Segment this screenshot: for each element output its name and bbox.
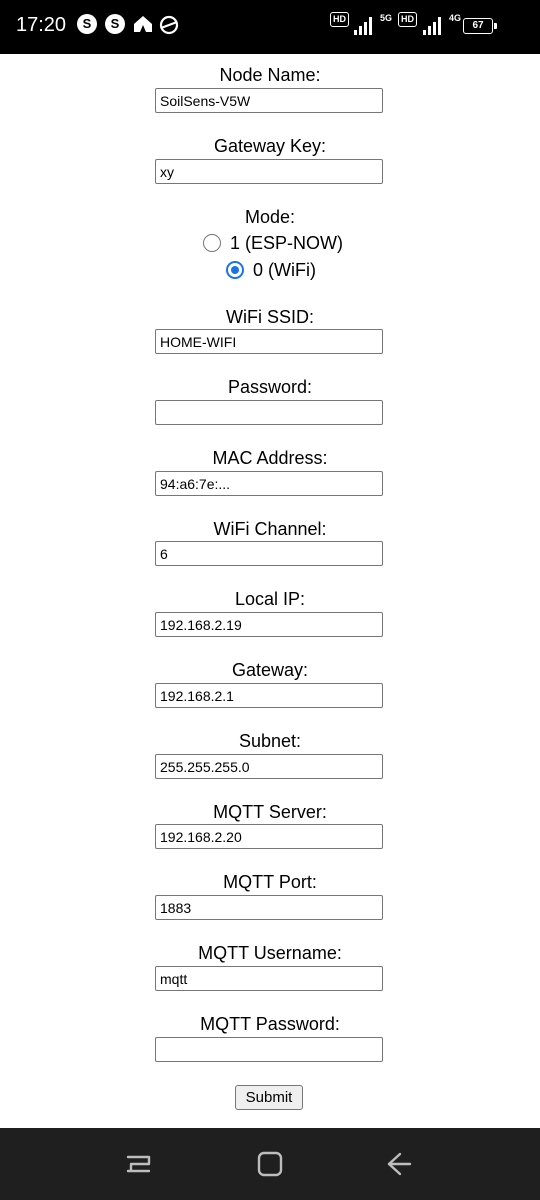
recent-apps-icon[interactable] [125,1151,153,1182]
submit-button[interactable]: Submit [235,1085,303,1110]
local-ip-label: Local IP: [234,589,306,609]
gateway-key-input[interactable] [155,159,383,184]
mode-radio-wifi[interactable] [226,261,244,279]
signal-icon [423,15,445,35]
network-4g: 4G [449,13,462,23]
network-5g: 5G [380,13,393,23]
hd-badge: HD [398,12,417,27]
home-icon[interactable] [256,1150,284,1183]
gateway-label: Gateway: [231,660,309,680]
node-name-input[interactable] [155,88,383,113]
wifi-channel-input[interactable] [155,541,383,566]
password-input[interactable] [155,400,383,425]
mqtt-port-input[interactable] [155,895,383,920]
gateway-key-label: Gateway Key: [213,136,327,156]
battery-tip [494,23,497,29]
wifi-ssid-input[interactable] [155,329,383,354]
status-bar: 17:20 S S HD 5G HD 4G 67 [0,0,540,54]
mode-option-espnow-label: 1 (ESP-NOW) [230,233,344,253]
hd-badge: HD [330,12,349,27]
mqtt-server-input[interactable] [155,824,383,849]
mqtt-username-input[interactable] [155,966,383,991]
mode-label: Mode: [244,207,296,227]
s-icon: S [77,14,97,34]
mode-radio-espnow[interactable] [203,234,221,252]
back-icon[interactable] [385,1150,413,1183]
mqtt-password-label: MQTT Password: [200,1014,340,1034]
local-ip-input[interactable] [155,612,383,637]
gateway-input[interactable] [155,683,383,708]
mac-address-input[interactable] [155,471,383,496]
mqtt-username-label: MQTT Username: [198,943,342,963]
browser-icon [158,14,180,41]
mqtt-password-input[interactable] [155,1037,383,1062]
mqtt-server-label: MQTT Server: [213,802,327,822]
status-time: 17:20 [16,14,67,36]
home-icon [132,14,154,39]
wifi-channel-label: WiFi Channel: [213,519,327,539]
mac-address-label: MAC Address: [212,448,328,468]
wifi-ssid-label: WiFi SSID: [226,307,314,327]
battery-icon: 67 [463,18,493,34]
node-name-label: Node Name: [219,65,321,85]
mode-option-wifi-label: 0 (WiFi) [253,260,316,280]
subnet-input[interactable] [155,754,383,779]
subnet-label: Subnet: [238,731,302,751]
signal-icon [354,15,376,35]
nav-bar [0,1128,540,1200]
password-label: Password: [227,377,313,397]
mqtt-port-label: MQTT Port: [223,872,317,892]
s-icon: S [105,14,125,34]
